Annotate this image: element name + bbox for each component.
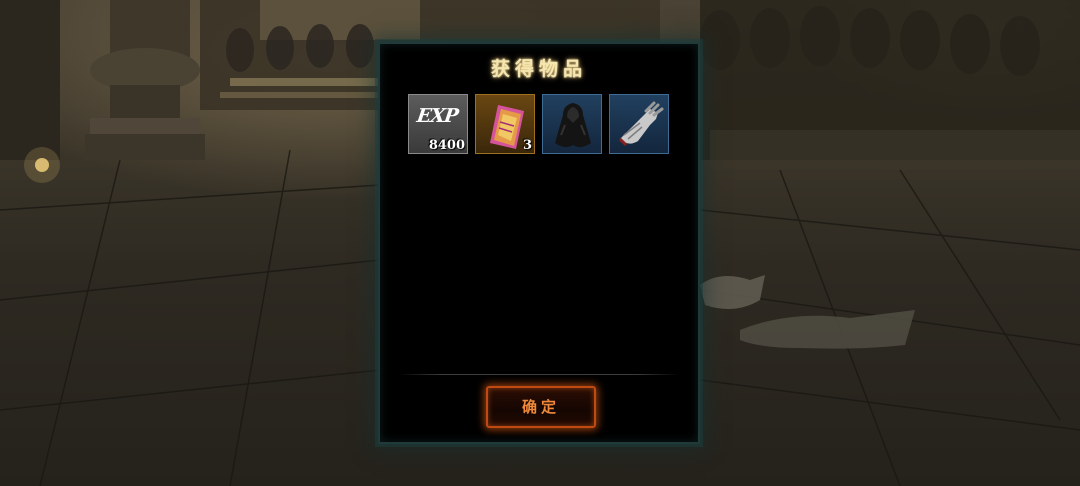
item-count: 3 — [522, 138, 532, 153]
gauntlet-icon — [618, 101, 664, 147]
reward-item-gauntlet[interactable] — [609, 94, 669, 154]
dialog-divider — [398, 374, 680, 375]
cloak-icon — [555, 103, 591, 148]
reward-dialog: 获得物品 EXP 8400 3 确定 — [378, 42, 700, 444]
reward-item-cloak[interactable] — [542, 94, 602, 154]
item-count: 8400 — [428, 138, 465, 153]
exp-icon: EXP — [415, 105, 460, 127]
reward-item-list: EXP 8400 3 — [408, 94, 669, 154]
dialog-title: 获得物品 — [490, 58, 587, 80]
reward-item-exp[interactable]: EXP 8400 — [408, 94, 468, 154]
confirm-button[interactable]: 确定 — [486, 386, 596, 428]
reward-item-scroll[interactable]: 3 — [475, 94, 535, 154]
